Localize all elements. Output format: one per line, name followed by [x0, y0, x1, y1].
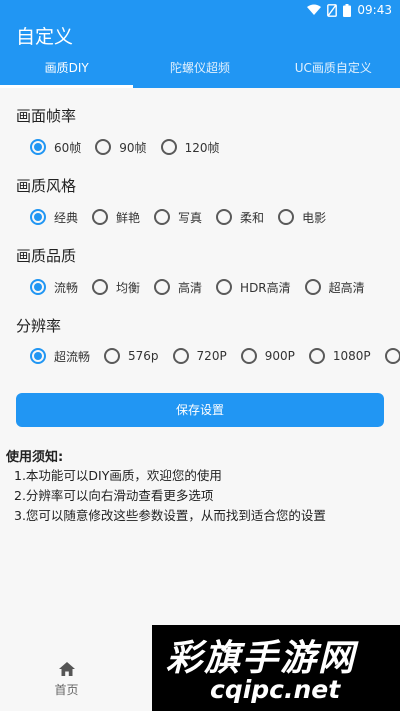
style-radio-group: 经典 鲜艳 写真 柔和 电影	[30, 208, 390, 226]
radio-button[interactable]	[30, 279, 46, 295]
resolution-option-900p[interactable]: 900P	[240, 348, 295, 364]
radio-button[interactable]	[216, 279, 233, 295]
tab-gyro-overclock[interactable]: 陀螺仪超频	[133, 54, 266, 88]
page-title: 自定义	[16, 26, 74, 48]
radio-button[interactable]	[278, 209, 295, 225]
radio-button[interactable]	[30, 348, 46, 364]
watermark-url: cqipc.net	[210, 675, 341, 704]
option-label: 鲜艳	[116, 210, 141, 225]
quality-option-hd[interactable]: 高清	[154, 279, 202, 296]
option-label: 经典	[54, 210, 79, 225]
quality-section-title: 画质品质	[16, 247, 77, 265]
notes-list: 1.本功能可以DIY画质，欢迎您的使用 2.分辨率可以向右滑动查看更多选项 3.…	[14, 466, 326, 526]
fps-option-120[interactable]: 120帧	[160, 139, 220, 156]
notes-title: 使用须知:	[6, 450, 64, 465]
option-label: 写真	[178, 210, 203, 225]
tab-bar: 画质DIY 陀螺仪超频 UC画质自定义	[0, 54, 400, 88]
quality-option-smooth[interactable]: 流畅	[30, 279, 78, 296]
note-item: 2.分辨率可以向右滑动查看更多选项	[14, 488, 214, 503]
option-label: 1080P	[332, 349, 371, 363]
option-label: 576p	[128, 349, 159, 363]
style-option-soft[interactable]: 柔和	[216, 209, 264, 226]
fps-section-title: 画面帧率	[16, 107, 77, 125]
radio-button[interactable]	[154, 209, 171, 225]
home-label: 首页	[54, 683, 79, 697]
resolution-option-ultra-smooth[interactable]: 超流畅	[30, 348, 90, 365]
style-section-title: 画质风格	[16, 177, 77, 195]
fps-option-90[interactable]: 90帧	[95, 139, 147, 156]
radio-button[interactable]	[240, 348, 257, 364]
radio-button[interactable]	[154, 279, 171, 295]
radio-button[interactable]	[92, 279, 109, 295]
option-label: 柔和	[240, 210, 265, 225]
option-label: 高清	[178, 280, 203, 295]
tab-uc-quality-custom[interactable]: UC画质自定义	[267, 54, 400, 88]
option-label: 均衡	[116, 280, 141, 295]
status-time: 09:43	[357, 3, 392, 17]
option-label: 60帧	[54, 140, 82, 155]
style-option-vivid[interactable]: 鲜艳	[92, 209, 140, 226]
radio-button[interactable]	[92, 209, 109, 225]
quality-radio-group: 流畅 均衡 高清 HDR高清 超高清	[30, 278, 390, 296]
radio-button[interactable]	[104, 348, 121, 364]
option-label: 720P	[196, 349, 227, 363]
option-label: 超高清	[328, 280, 365, 295]
save-settings-button[interactable]: 保存设置	[16, 393, 384, 427]
option-label: 超流畅	[54, 349, 91, 364]
radio-button[interactable]	[160, 139, 177, 155]
radio-button[interactable]	[30, 139, 46, 155]
radio-button[interactable]	[95, 139, 112, 155]
option-label: 120帧	[184, 140, 220, 155]
style-option-classic[interactable]: 经典	[30, 209, 78, 226]
note-item: 1.本功能可以DIY画质，欢迎您的使用	[14, 468, 222, 483]
radio-button[interactable]	[172, 348, 189, 364]
app-bar: 09:43 自定义 画质DIY 陀螺仪超频 UC画质自定义	[0, 0, 400, 88]
quality-option-balanced[interactable]: 均衡	[92, 279, 140, 296]
bottom-nav-home[interactable]: 首页	[0, 650, 133, 711]
style-option-realistic[interactable]: 写真	[154, 209, 202, 226]
option-label: 90帧	[119, 140, 147, 155]
radio-button[interactable]	[384, 348, 400, 364]
resolution-section-title: 分辨率	[16, 317, 62, 335]
style-option-movie[interactable]: 电影	[278, 209, 326, 226]
resolution-option-more[interactable]	[384, 348, 400, 364]
tab-quality-diy[interactable]: 画质DIY	[0, 54, 134, 88]
resolution-option-720p[interactable]: 720P	[172, 348, 227, 364]
watermark-title: 彩旗手游网	[166, 638, 357, 679]
quality-option-hdr[interactable]: HDR高清	[216, 279, 291, 296]
resolution-radio-group[interactable]: 超流畅 576p 720P 900P 1080P	[30, 347, 400, 365]
radio-button[interactable]	[304, 279, 321, 295]
option-label: 电影	[302, 210, 327, 225]
radio-button[interactable]	[30, 209, 46, 225]
sim-no-signal-icon	[327, 3, 338, 17]
resolution-option-1080p[interactable]: 1080P	[308, 348, 371, 364]
quality-option-uhd[interactable]: 超高清	[304, 279, 365, 296]
battery-icon	[343, 3, 352, 17]
radio-button[interactable]	[308, 348, 325, 364]
fps-radio-group: 60帧 90帧 120帧	[30, 138, 390, 156]
note-item: 3.您可以随意修改这些参数设置，从而找到适合您的设置	[14, 508, 326, 523]
home-icon	[58, 662, 75, 676]
wifi-icon	[307, 4, 322, 15]
watermark: 彩旗手游网 cqipc.net	[152, 625, 400, 711]
option-label: HDR高清	[240, 280, 291, 295]
option-label: 流畅	[54, 280, 79, 295]
radio-button[interactable]	[216, 209, 233, 225]
resolution-option-576p[interactable]: 576p	[104, 348, 159, 364]
option-label: 900P	[264, 349, 295, 363]
status-bar: 09:43	[0, 0, 400, 22]
fps-option-60[interactable]: 60帧	[30, 139, 81, 156]
